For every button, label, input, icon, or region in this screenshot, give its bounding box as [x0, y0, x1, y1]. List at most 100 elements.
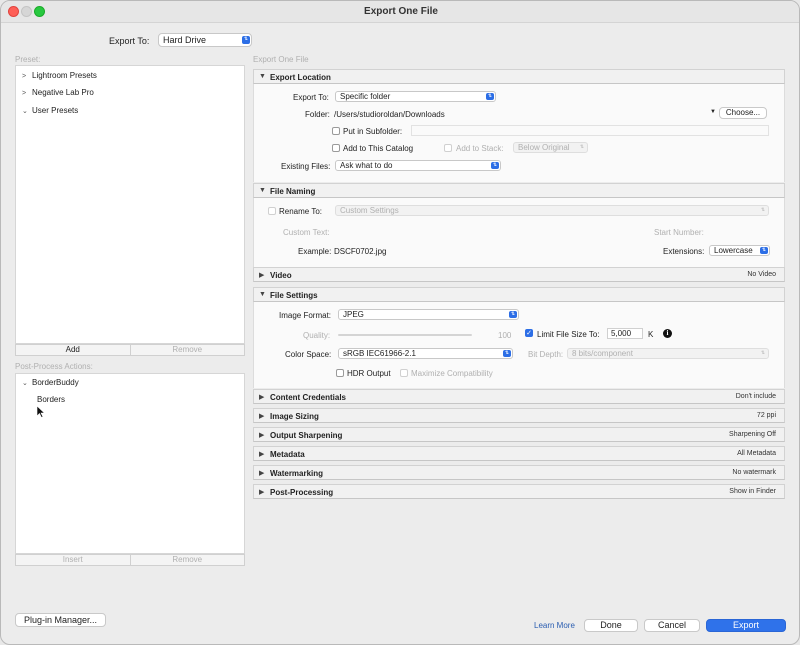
mouse-cursor-icon: [36, 405, 46, 420]
chevron-updown-icon: ⇅: [760, 207, 766, 213]
preset-folder-negative-lab[interactable]: > Negative Lab Pro: [22, 88, 94, 97]
section-image-sizing-header[interactable]: ▶ Image Sizing 72 ppi: [253, 408, 785, 423]
window-title: Export One File: [364, 6, 438, 17]
preset-button-bar: Add Remove: [15, 344, 245, 356]
section-output-sharpening-header[interactable]: ▶ Output Sharpening Sharpening Off: [253, 427, 785, 442]
export-button[interactable]: Export: [706, 619, 786, 632]
add-to-catalog-checkbox[interactable]: [332, 144, 340, 152]
color-space-select[interactable]: sRGB IEC61966-2.1 ⇅: [338, 348, 513, 359]
example-filename: DSCF0702.jpg: [334, 247, 387, 256]
triangle-down-icon: ▼: [259, 187, 266, 194]
preset-folder-user[interactable]: ⌄ User Presets: [22, 106, 78, 115]
image-format-label: Image Format:: [279, 311, 332, 320]
quality-value: 100: [498, 331, 512, 340]
limit-file-size-input[interactable]: 5,000: [607, 328, 643, 339]
add-to-stack-checkbox[interactable]: [444, 144, 452, 152]
plugin-manager-button[interactable]: Plug-in Manager...: [15, 613, 106, 627]
triangle-right-icon: ▶: [259, 432, 265, 439]
triangle-right-icon: ▶: [259, 470, 265, 477]
chevron-updown-icon: ⇅: [579, 144, 585, 150]
section-export-location-header[interactable]: ▼ Export Location: [253, 69, 785, 84]
section-export-location-body: Export To: Specific folder ⇅ Folder: /Us…: [253, 84, 785, 182]
bit-depth-label: Bit Depth:: [528, 350, 564, 359]
choose-folder-button[interactable]: Choose...: [719, 107, 767, 119]
rename-to-label: Rename To:: [279, 207, 322, 216]
chevron-updown-icon: ⇅: [486, 93, 494, 100]
folder-path: /Users/studioroldan/Downloads: [334, 110, 445, 119]
export-to-value: Hard Drive: [163, 35, 207, 45]
custom-text-label: Custom Text:: [283, 228, 330, 237]
section-file-naming-header[interactable]: ▼ File Naming: [253, 183, 785, 198]
triangle-right-icon: ▶: [259, 394, 265, 401]
chevron-updown-icon: ⇅: [242, 36, 250, 44]
hdr-output-label: HDR Output: [347, 369, 391, 378]
preset-remove-button[interactable]: Remove: [129, 345, 245, 355]
bit-depth-select[interactable]: 8 bits/component ⇅: [567, 348, 769, 359]
section-watermarking-header[interactable]: ▶ Watermarking No watermark: [253, 465, 785, 480]
start-number-label: Start Number:: [654, 228, 704, 237]
folder-label: Folder:: [305, 110, 330, 119]
extensions-label: Extensions:: [663, 247, 705, 256]
post-process-item[interactable]: Borders: [37, 395, 65, 404]
preset-tree: > Lightroom Presets > Negative Lab Pro ⌄ Us…: [15, 65, 245, 344]
chevron-updown-icon: ⇅: [760, 247, 768, 254]
triangle-right-icon: ▶: [259, 451, 265, 458]
post-process-remove-button[interactable]: Remove: [129, 555, 245, 565]
chevron-right-icon: >: [22, 73, 27, 80]
maximize-compatibility-checkbox[interactable]: [400, 369, 408, 377]
export-to-select[interactable]: Hard Drive ⇅: [158, 33, 252, 47]
maximize-compatibility-label: Maximize Compatibility: [411, 369, 493, 378]
example-label: Example:: [298, 247, 332, 256]
done-button[interactable]: Done: [584, 619, 638, 632]
preset-label: Preset:: [15, 55, 41, 64]
folder-dropdown-icon[interactable]: ▼: [710, 109, 716, 115]
section-post-processing-header[interactable]: ▶ Post-Processing Show in Finder: [253, 484, 785, 499]
post-process-label: Post-Process Actions:: [15, 362, 93, 371]
chevron-updown-icon: ⇅: [491, 162, 499, 169]
chevron-updown-icon: ⇅: [509, 311, 517, 318]
rename-to-checkbox[interactable]: [268, 207, 276, 215]
stack-position-select[interactable]: Below Original ⇅: [513, 142, 588, 153]
preset-add-button[interactable]: Add: [16, 345, 130, 355]
post-process-insert-button[interactable]: Insert: [16, 555, 130, 565]
cancel-button[interactable]: Cancel: [644, 619, 700, 632]
add-to-catalog-label: Add to This Catalog: [343, 144, 414, 153]
learn-more-link[interactable]: Learn More: [534, 621, 575, 630]
limit-file-size-checkbox[interactable]: ✓: [525, 329, 533, 337]
section-metadata-header[interactable]: ▶ Metadata All Metadata: [253, 446, 785, 461]
post-process-button-bar: Insert Remove: [15, 554, 245, 566]
subfolder-name-input[interactable]: [411, 125, 769, 136]
section-content-credentials-header[interactable]: ▶ Content Credentials Don't include: [253, 389, 785, 404]
preset-folder-lightroom[interactable]: > Lightroom Presets: [22, 71, 97, 80]
section-video-header[interactable]: ▶ Video No Video: [253, 267, 785, 282]
put-in-subfolder-checkbox[interactable]: [332, 127, 340, 135]
info-icon[interactable]: i: [663, 329, 672, 338]
image-format-select[interactable]: JPEG ⇅: [338, 309, 519, 320]
location-export-to-select[interactable]: Specific folder ⇅: [335, 91, 496, 102]
color-space-label: Color Space:: [285, 350, 332, 359]
section-file-settings-header[interactable]: ▼ File Settings: [253, 287, 785, 302]
limit-unit: K: [648, 330, 654, 339]
quality-slider[interactable]: [338, 334, 472, 336]
hdr-output-checkbox[interactable]: [336, 369, 344, 377]
export-dialog-window: Export One File Export To: Hard Drive ⇅ …: [0, 0, 800, 645]
existing-files-label: Existing Files:: [281, 162, 331, 171]
existing-files-select[interactable]: Ask what to do ⇅: [335, 160, 501, 171]
rename-template-select[interactable]: Custom Settings ⇅: [335, 205, 769, 216]
add-to-stack-label: Add to Stack:: [456, 144, 504, 153]
extensions-select[interactable]: Lowercase ⇅: [709, 245, 770, 256]
triangle-right-icon: ▶: [259, 489, 265, 496]
put-in-subfolder-label: Put in Subfolder:: [343, 127, 403, 136]
chevron-updown-icon: ⇅: [503, 350, 511, 357]
chevron-right-icon: >: [22, 90, 27, 97]
triangle-down-icon: ▼: [259, 291, 266, 298]
quality-label: Quality:: [303, 331, 331, 340]
post-process-group[interactable]: ⌄ BorderBuddy: [22, 378, 79, 387]
export-to-label: Export To:: [109, 36, 150, 46]
post-process-tree: ⌄ BorderBuddy Borders: [15, 373, 245, 554]
limit-file-size-label: Limit File Size To:: [537, 330, 600, 339]
triangle-right-icon: ▶: [259, 272, 265, 279]
location-export-to-label: Export To:: [293, 93, 329, 102]
triangle-down-icon: ▼: [259, 73, 266, 80]
chevron-updown-icon: ⇅: [760, 350, 766, 356]
